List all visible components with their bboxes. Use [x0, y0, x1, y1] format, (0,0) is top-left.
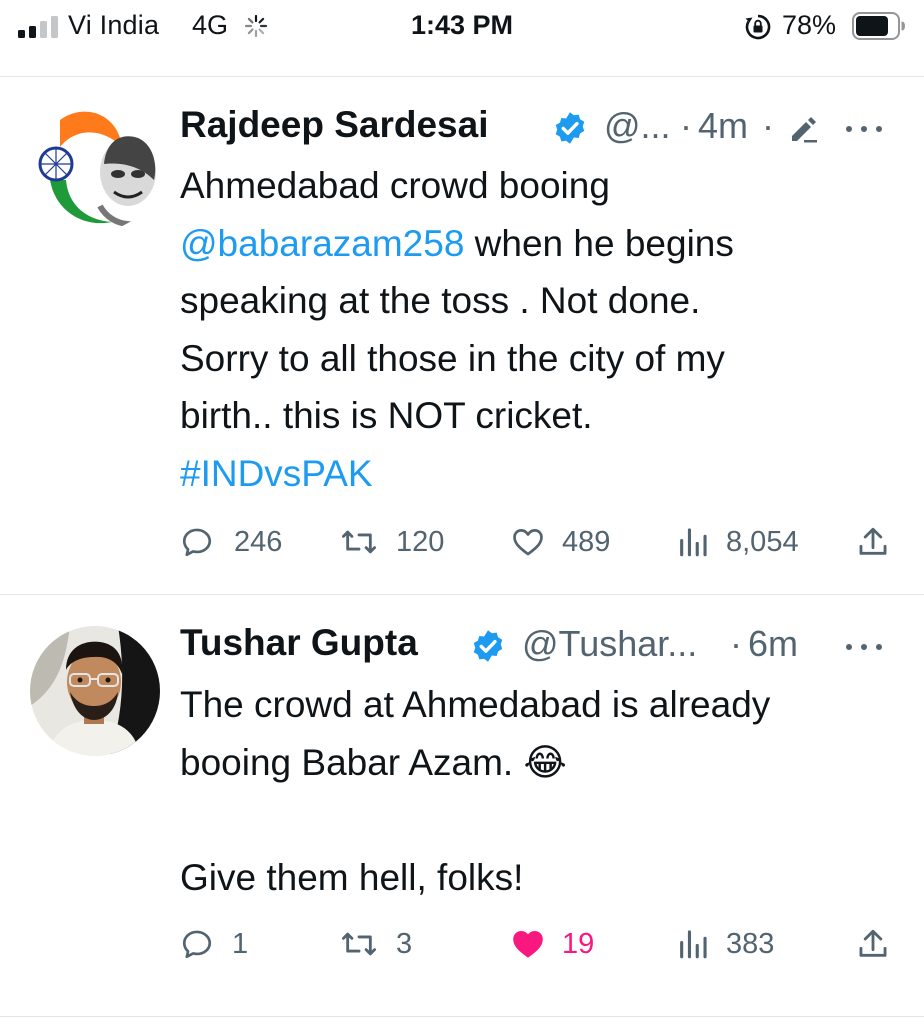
tweet-time[interactable]: 4m [698, 105, 748, 147]
reply-count: 246 [234, 526, 283, 558]
status-bar: Vi India 4G 1:43 PM 78% [0, 0, 924, 50]
divider [0, 1016, 924, 1017]
tweet-rajdeep[interactable]: Rajdeep Sardesai @... · 4m · Ahmedabad c… [0, 96, 924, 596]
divider [0, 594, 924, 595]
orientation-lock-icon [745, 14, 771, 40]
avatar[interactable] [30, 626, 160, 756]
retweet-icon [341, 530, 376, 554]
battery-icon [852, 12, 905, 40]
tweet-text-blank-line [180, 791, 900, 849]
author-name[interactable]: Rajdeep Sardesai [180, 104, 488, 146]
tweet-header: Rajdeep Sardesai @... · 4m · [180, 104, 924, 154]
tweet-actions: 1 3 19 383 [180, 924, 900, 964]
tweet-text-fragment: booing Babar Azam. [180, 741, 514, 783]
avatar[interactable] [30, 102, 160, 232]
tweet-text-line: booing Babar Azam. 😂 [180, 734, 900, 792]
views-button[interactable]: 8,054 [676, 522, 816, 562]
battery-percent: 78% [782, 10, 837, 40]
more-icon[interactable] [844, 124, 884, 134]
reply-icon [182, 528, 212, 557]
more-icon[interactable] [844, 642, 884, 652]
retweet-icon [341, 932, 376, 956]
reply-button[interactable]: 246 [180, 522, 300, 562]
laughing-emoji-icon: 😂 [523, 741, 567, 783]
verified-badge-icon [555, 112, 585, 144]
retweet-count: 120 [396, 526, 445, 558]
tweet-header: Tushar Gupta @Tushar... · 6m [180, 622, 924, 672]
views-icon [680, 930, 707, 959]
tweet-text-line: Sorry to all those in the city of my [180, 337, 725, 379]
author-name[interactable]: Tushar Gupta [180, 622, 418, 664]
tweet-text-line: Give them hell, folks! [180, 856, 524, 898]
mention-link[interactable]: @babarazam258 [180, 223, 464, 264]
share-icon [859, 527, 887, 555]
tweet-text-line: The crowd at Ahmedabad is already [180, 684, 771, 725]
share-button[interactable] [856, 522, 892, 562]
tweet-text-line: speaking at the toss . Not done. [180, 280, 701, 321]
tweet-text: The crowd at Ahmedabad is already booing… [180, 676, 900, 906]
share-button[interactable] [856, 924, 892, 964]
tweet-text-line: Ahmedabad crowd booing [180, 165, 610, 206]
like-icon [513, 529, 543, 556]
like-icon [513, 931, 543, 958]
verified-badge-icon [473, 630, 503, 662]
tweet-text: Ahmedabad crowd booing @babarazam258 whe… [180, 157, 900, 502]
share-icon [859, 929, 887, 957]
retweet-count: 3 [396, 928, 413, 960]
tweet-time[interactable]: 6m [748, 623, 798, 665]
retweet-button[interactable]: 120 [340, 522, 460, 562]
separator-dot: · [730, 623, 742, 664]
reply-count: 1 [232, 928, 249, 960]
tweet-actions: 246 120 489 8,054 [180, 522, 900, 562]
like-button[interactable]: 489 [510, 522, 630, 562]
reply-button[interactable]: 1 [180, 924, 300, 964]
views-button[interactable]: 383 [676, 924, 816, 964]
tweet-text-line: birth.. this is NOT cricket. [180, 395, 593, 436]
retweet-button[interactable]: 3 [340, 924, 460, 964]
divider [0, 76, 924, 77]
author-handle[interactable]: @Tushar... [522, 623, 697, 665]
tweet-text-fragment: when he begins [464, 222, 734, 264]
views-icon [680, 528, 707, 557]
reply-icon [182, 930, 212, 959]
tweet-text-line: #INDvsPAK [180, 445, 900, 503]
views-count: 8,054 [726, 526, 799, 558]
like-count: 19 [562, 928, 595, 960]
author-handle[interactable]: @... [604, 105, 671, 147]
separator-dot: · [762, 105, 774, 146]
tweet-tushar[interactable]: Tushar Gupta @Tushar... · 6m The crowd a… [0, 616, 924, 1016]
tweet-text-line: @babarazam258 when he begins [180, 215, 900, 273]
like-button[interactable]: 19 [510, 924, 630, 964]
hashtag-link[interactable]: #INDvsPAK [180, 453, 373, 494]
edit-icon[interactable] [788, 114, 818, 144]
like-count: 489 [562, 526, 611, 558]
views-count: 383 [726, 928, 775, 960]
separator-dot: · [680, 105, 692, 146]
